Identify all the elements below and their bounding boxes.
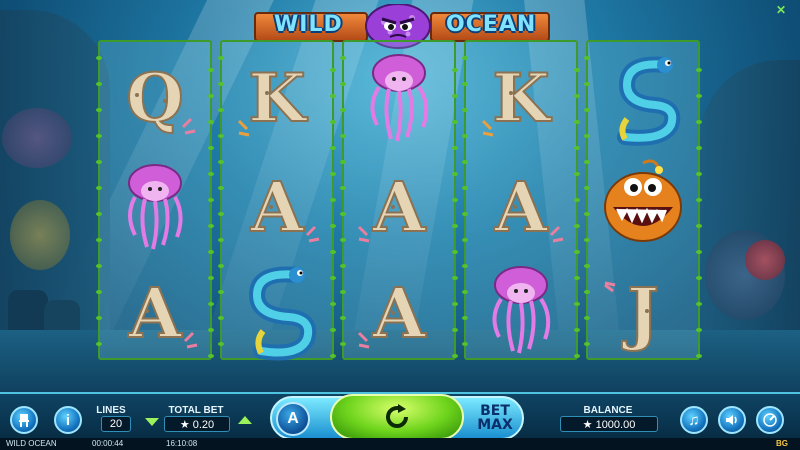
spin-button[interactable] (330, 394, 464, 440)
chair-icon (19, 414, 29, 427)
logo-word-wild: WILD (274, 12, 343, 37)
bet-decrease-button[interactable] (145, 418, 159, 426)
symbol-j: J (588, 258, 698, 363)
provider-logo: BG (776, 439, 788, 448)
info-button[interactable]: i (54, 406, 82, 434)
reel-5: J (584, 40, 702, 363)
symbol-jellyfish (100, 152, 210, 257)
clock: 16:10:08 (166, 439, 198, 448)
status-strip: WILD OCEAN 00:00:44 16:10:08 BG (0, 438, 800, 450)
symbol-eel (588, 46, 698, 151)
symbol-k: K (466, 46, 576, 151)
balance-value: ★ 1000.00 (560, 416, 658, 432)
menu-button[interactable] (10, 406, 38, 434)
symbol-jellyfish (344, 46, 454, 151)
symbol-eel (222, 258, 332, 363)
bet-increase-button[interactable] (238, 416, 252, 424)
symbol-anglerfish (588, 152, 698, 257)
svg-text:J: J (622, 274, 659, 354)
svg-text:A: A (128, 274, 183, 354)
reel-1: Q A (96, 40, 214, 363)
game-name: WILD OCEAN (6, 439, 57, 448)
sound-button[interactable] (718, 406, 746, 434)
reel-4: K A (462, 40, 580, 363)
balance-label: BALANCE (583, 405, 633, 416)
lines-label: LINES (96, 405, 126, 416)
reel-3: A A (340, 40, 458, 363)
music-note-icon: ♫ (688, 411, 700, 429)
symbol-a: A (222, 152, 332, 257)
symbol-q: Q (100, 46, 210, 151)
symbol-k: K (222, 46, 332, 151)
svg-text:A: A (372, 168, 427, 248)
lines-value: 20 (101, 416, 131, 432)
symbol-a: A (466, 152, 576, 257)
total-bet-value: ★ 0.20 (164, 416, 230, 432)
autoplay-button[interactable]: A (276, 402, 310, 436)
svg-text:K: K (248, 59, 308, 137)
bet-max-button[interactable]: BET MAX (468, 400, 522, 436)
close-game-icon[interactable]: ✕ (776, 3, 786, 17)
speaker-icon (726, 415, 737, 425)
svg-text:Q: Q (126, 59, 184, 137)
speed-icon (763, 413, 777, 427)
logo-word-ocean: OCEAN (446, 12, 537, 37)
symbol-a: A (344, 152, 454, 257)
quick-spin-button[interactable] (756, 406, 784, 434)
music-button[interactable]: ♫ (680, 406, 708, 434)
slot-reels: Q A K A A A K A J (96, 40, 702, 363)
symbol-jellyfish (466, 258, 576, 363)
svg-text:A: A (494, 168, 549, 248)
svg-text:A: A (372, 274, 427, 354)
autoplay-icon: A (287, 410, 299, 427)
total-bet-label: TOTAL BET (168, 405, 224, 416)
svg-text:A: A (250, 168, 305, 248)
symbol-a: A (100, 258, 210, 363)
spin-arrow-icon (386, 404, 408, 428)
svg-text:K: K (492, 59, 552, 137)
reel-2: K A (218, 40, 336, 363)
symbol-a: A (344, 258, 454, 363)
session-time: 00:00:44 (92, 439, 124, 448)
info-icon: i (65, 411, 71, 429)
